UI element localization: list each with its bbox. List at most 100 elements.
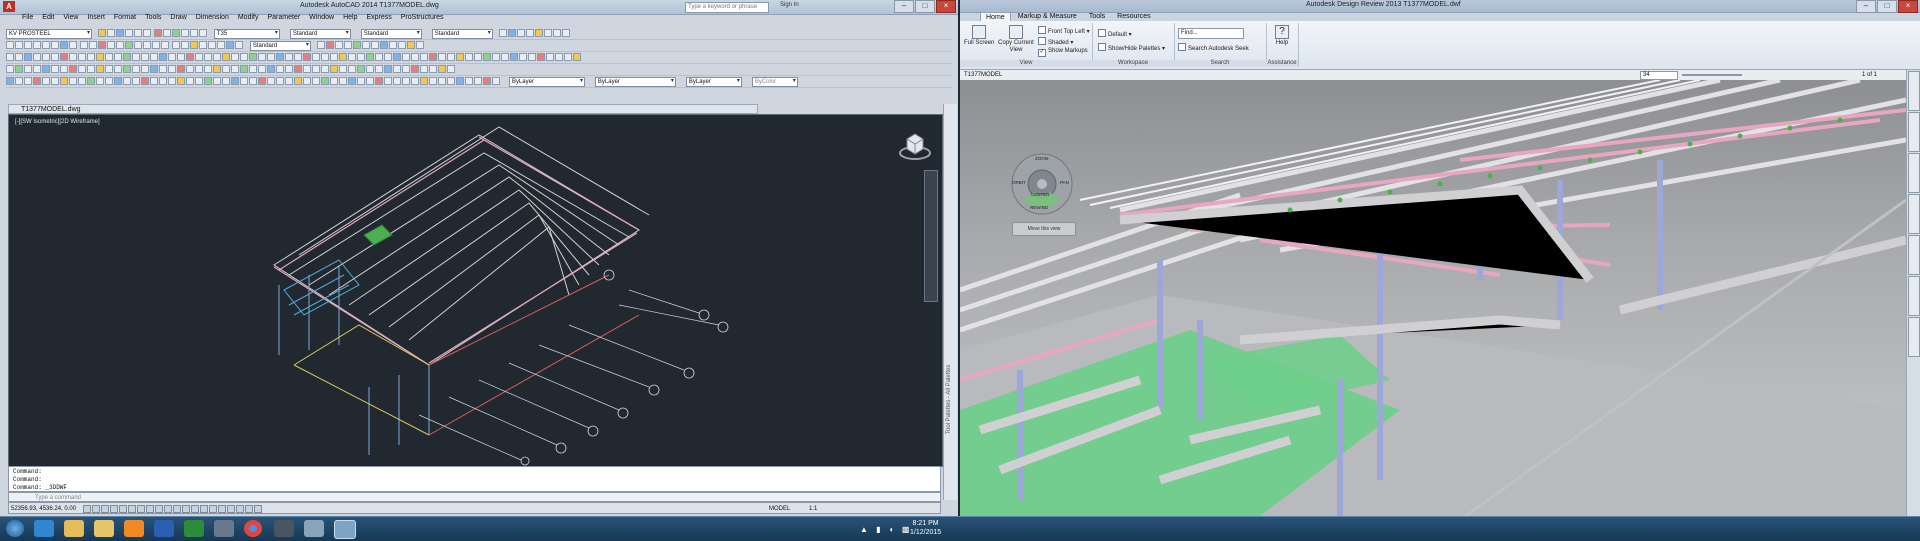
tool-icon[interactable] (258, 65, 266, 73)
tool-icon[interactable] (51, 53, 59, 61)
tool-icon[interactable] (24, 53, 32, 61)
tool-icon[interactable] (483, 53, 491, 61)
tool-icon[interactable] (186, 65, 194, 73)
tool-icon[interactable] (348, 77, 356, 85)
tool-icon[interactable] (222, 65, 230, 73)
block-icon[interactable] (60, 41, 68, 49)
tool-icon[interactable] (123, 65, 131, 73)
tool-icon[interactable] (498, 29, 507, 37)
tool-icon[interactable] (258, 77, 266, 85)
app-icon[interactable] (304, 520, 324, 537)
text-icon[interactable] (69, 41, 77, 49)
tab-grid-data[interactable] (1908, 276, 1920, 316)
tool-icon[interactable] (366, 53, 374, 61)
tool-icon[interactable] (225, 41, 234, 49)
tool-icon[interactable] (60, 77, 68, 85)
menu-view[interactable]: View (63, 14, 78, 24)
tool-icon[interactable] (171, 41, 180, 49)
tool-icon[interactable] (420, 53, 428, 61)
tool-icon[interactable] (132, 53, 140, 61)
autocad-search-input[interactable]: Type a keyword or phrase (685, 2, 769, 13)
tool-icon[interactable] (546, 53, 554, 61)
menu-insert[interactable]: Insert (87, 14, 105, 24)
3d-model-view[interactable]: ZOOM REWIND ORBIT PAN CENTER Move this v… (960, 80, 1906, 516)
tool-icon[interactable] (159, 53, 167, 61)
tool-icon[interactable] (204, 65, 212, 73)
layer-icon[interactable] (153, 29, 162, 37)
close-button[interactable]: × (936, 0, 956, 13)
tool-icon[interactable] (106, 41, 115, 49)
excel-icon[interactable] (184, 520, 204, 537)
tool-icon[interactable] (402, 77, 410, 85)
zoom-slider[interactable] (1682, 74, 1742, 76)
tool-icon[interactable] (438, 65, 446, 73)
menu-format[interactable]: Format (114, 14, 136, 24)
print-icon[interactable] (124, 29, 133, 37)
tool-icon[interactable] (375, 77, 383, 85)
tool-icon[interactable] (198, 41, 207, 49)
circle-icon[interactable] (24, 41, 32, 49)
tool-icon[interactable] (402, 65, 410, 73)
tool-icon[interactable] (492, 53, 500, 61)
sc-toggle-icon[interactable] (181, 505, 190, 513)
tool-icon[interactable] (132, 77, 140, 85)
tool-icon[interactable] (222, 53, 230, 61)
tool-icon[interactable] (15, 65, 23, 73)
tool-icon[interactable] (51, 77, 59, 85)
design-review-taskbar-icon[interactable] (334, 520, 356, 539)
help-button[interactable]: ? Help (1270, 25, 1294, 46)
annotation-toggle-icon[interactable] (253, 505, 262, 513)
tool-icon[interactable] (528, 53, 536, 61)
tool-icon[interactable] (60, 65, 68, 73)
tool-icon[interactable] (96, 65, 104, 73)
tool-icon[interactable] (294, 77, 302, 85)
steering-zoom-label[interactable]: ZOOM (1035, 156, 1049, 161)
tool-icon[interactable] (474, 77, 482, 85)
3dosnap-toggle-icon[interactable] (199, 505, 208, 513)
tool-icon[interactable] (231, 65, 239, 73)
tool-icon[interactable] (510, 53, 518, 61)
tool-icon[interactable] (397, 41, 406, 49)
redo-icon[interactable] (142, 29, 151, 37)
tool-icon[interactable] (384, 77, 392, 85)
tool-icon[interactable] (552, 29, 561, 37)
mleader-style-combo[interactable]: Standard (249, 41, 311, 51)
tool-icon[interactable] (325, 41, 334, 49)
tool-icon[interactable] (123, 77, 131, 85)
tool-icon[interactable] (465, 53, 473, 61)
tool-icon[interactable] (87, 77, 95, 85)
app-icon[interactable] (274, 520, 294, 537)
tool-icon[interactable] (366, 77, 374, 85)
table-style-combo[interactable]: Standard (431, 29, 493, 39)
new-icon[interactable] (97, 29, 106, 37)
tool-icon[interactable] (555, 53, 563, 61)
tool-icon[interactable] (429, 53, 437, 61)
dyn-toggle-icon[interactable] (145, 505, 154, 513)
minimize-button[interactable]: – (1856, 0, 1876, 13)
chrome-icon[interactable] (244, 520, 262, 537)
tool-icon[interactable] (69, 77, 77, 85)
tool-icon[interactable] (334, 41, 343, 49)
viewcube[interactable] (898, 127, 932, 161)
menu-dimension[interactable]: Dimension (196, 14, 229, 24)
tool-icon[interactable] (402, 53, 410, 61)
tool-icon[interactable] (240, 65, 248, 73)
tool-icon[interactable] (15, 53, 23, 61)
tool-icon[interactable] (207, 41, 216, 49)
tool-icon[interactable] (69, 65, 77, 73)
tool-icon[interactable] (330, 65, 338, 73)
tool-icon[interactable] (543, 29, 552, 37)
steering-pan-label[interactable]: PAN (1060, 180, 1069, 185)
tool-icon[interactable] (406, 41, 415, 49)
workspace-combo[interactable]: KV PROSTEEL (6, 29, 92, 39)
tool-icon[interactable] (114, 65, 122, 73)
plotstyle-combo[interactable]: ByColor (751, 77, 798, 87)
tool-icon[interactable] (393, 53, 401, 61)
tool-icon[interactable] (6, 77, 14, 85)
steering-rewind-label[interactable]: REWIND (1030, 205, 1048, 210)
tool-icon[interactable] (6, 65, 14, 73)
menu-help[interactable]: Help (343, 14, 357, 24)
full-screen-button[interactable]: Full Screen (964, 25, 994, 46)
tool-icon[interactable] (87, 65, 95, 73)
tool-icon[interactable] (186, 77, 194, 85)
